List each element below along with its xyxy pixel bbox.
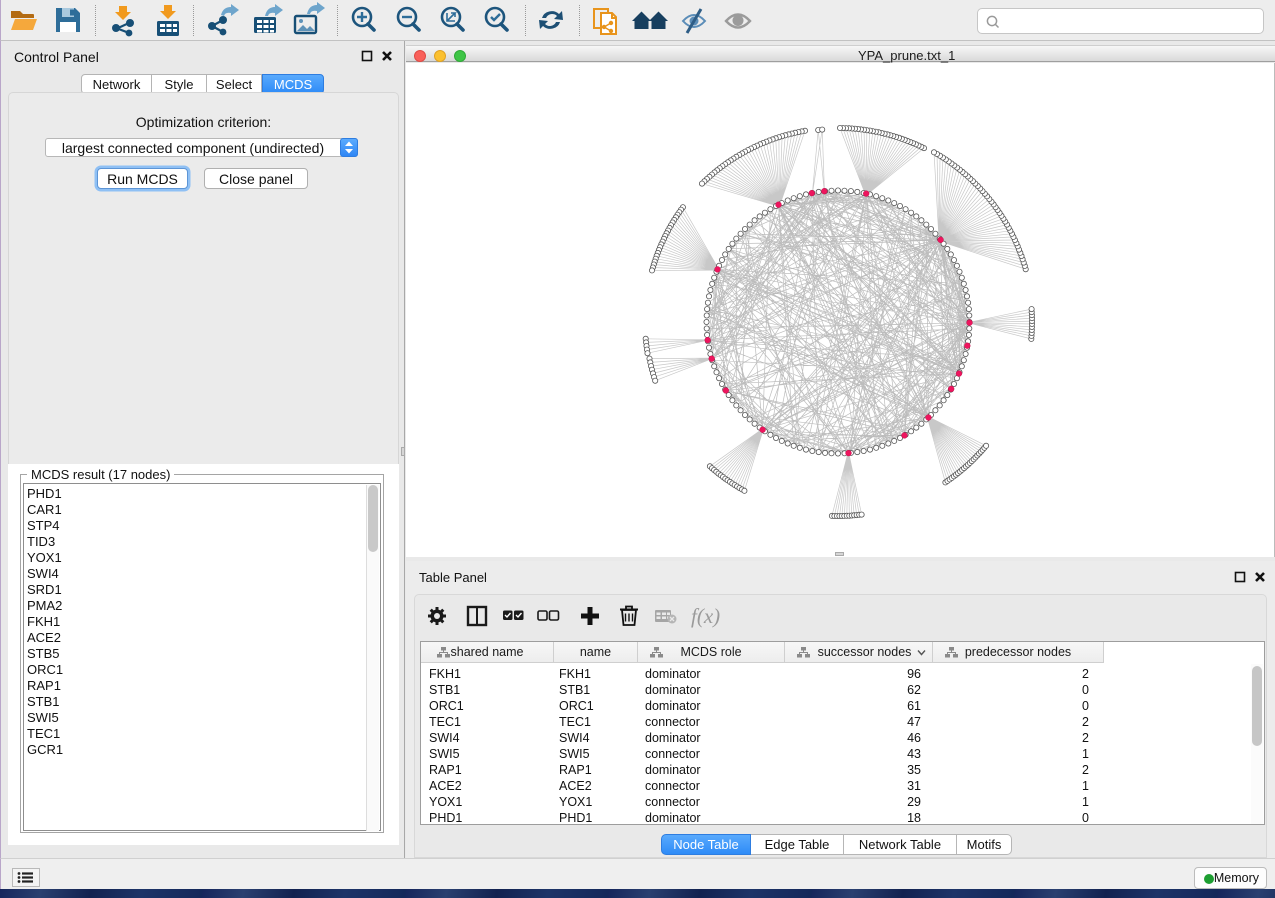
svg-text:f(x): f(x) — [691, 604, 720, 628]
